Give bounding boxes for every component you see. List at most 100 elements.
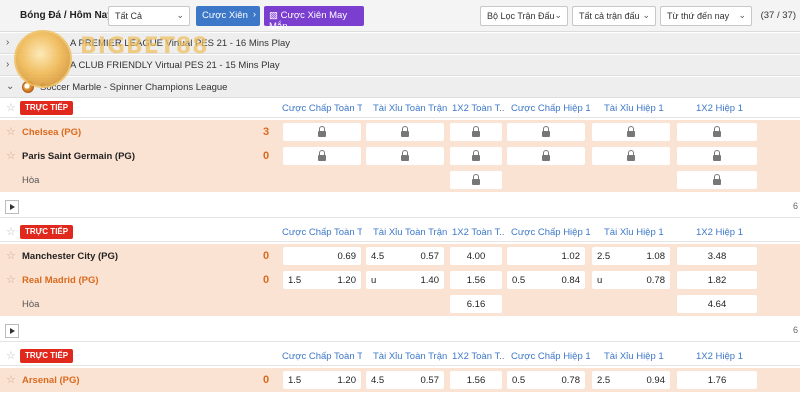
match-filter-select[interactable]: Bộ Lọc Trận Đấu ⌄ — [480, 6, 568, 26]
lock-icon — [542, 150, 550, 161]
odds-cell[interactable]: u 0.78 — [592, 271, 670, 289]
lock-icon — [472, 126, 480, 137]
odds-cell[interactable]: 0.69 — [283, 247, 361, 265]
match-row: ☆ Real Madrid (PG) 0 1.5 1.20 u 1.40 1.56 … — [0, 268, 800, 292]
odds-value: 4.00 — [466, 251, 486, 262]
chevron-right-icon: › — [6, 37, 10, 48]
odds-line: u — [371, 275, 377, 286]
match-header: ☆ TRỰC TIẾP Cược Chấp Toàn T... Tài Xỉu … — [0, 222, 800, 242]
odds-cell[interactable]: 1.56 — [450, 271, 502, 289]
odds-cell[interactable]: 1.56 — [450, 371, 502, 389]
odds-cell[interactable]: 0.5 0.78 — [507, 371, 585, 389]
col-header: Tài Xỉu Hiệp 1 — [604, 227, 664, 238]
star-icon[interactable]: ☆ — [6, 373, 16, 386]
lock-icon — [542, 126, 550, 137]
odds-cell[interactable]: 1.5 1.20 — [283, 271, 361, 289]
odds-value: 1.40 — [420, 275, 440, 286]
league-name: Soccer Marble - Spinner Champions League — [40, 82, 228, 93]
odds-cell[interactable]: 4.00 — [450, 247, 502, 265]
col-header: Cược Chấp Toàn T... — [282, 227, 362, 238]
star-icon[interactable]: ☆ — [6, 101, 16, 114]
sort-select[interactable]: Từ thứ đến nay ⌄ — [660, 6, 752, 26]
match-header: ☆ TRỰC TIẾP Cược Chấp Toàn T... Tài Xỉu … — [0, 346, 800, 366]
play-icon[interactable] — [5, 324, 19, 338]
odds-cell[interactable]: 2.5 1.08 — [592, 247, 670, 265]
col-header: 1X2 Hiệp 1 — [696, 103, 744, 114]
odds-line: 2.5 — [597, 375, 611, 386]
lock-icon — [318, 150, 326, 161]
odds-cell[interactable]: 1.5 1.20 — [283, 371, 361, 389]
parlay-button[interactable]: Cược Xiên › — [196, 6, 260, 26]
lucky-parlay-button[interactable]: ▧ Cược Xiên May Mắn — [264, 6, 364, 32]
odds-cell[interactable]: 4.64 — [677, 295, 757, 313]
odds-value: 1.56 — [466, 275, 486, 286]
draw-label: Hòa — [22, 175, 40, 186]
odds-cell[interactable]: 1.02 — [507, 247, 585, 265]
odds-cell-locked — [677, 123, 757, 141]
odds-value: 0.69 — [337, 251, 357, 262]
odds-value: 1.08 — [646, 251, 666, 262]
col-header: 1X2 Hiệp 1 — [696, 227, 744, 238]
odds-value: 0.57 — [420, 251, 440, 262]
odds-cell[interactable]: 4.5 0.57 — [366, 247, 444, 265]
league-row[interactable]: ⌄ Soccer Marble - Spinner Champions Leag… — [0, 77, 800, 98]
col-header: Tài Xỉu Toàn Trận — [373, 227, 448, 238]
odds-cell-locked — [677, 147, 757, 165]
odds-cell-locked — [450, 147, 502, 165]
chevron-down-icon: ⌄ — [6, 81, 15, 92]
odds-cell[interactable]: u 1.40 — [366, 271, 444, 289]
live-badge: TRỰC TIẾP — [20, 225, 74, 239]
odds-line: u — [597, 275, 603, 286]
col-header: Cược Chấp Hiệp 1 — [511, 351, 591, 362]
star-icon[interactable]: ☆ — [6, 125, 16, 138]
match-row: ☆ Paris Saint Germain (PG) 0 — [0, 144, 800, 168]
odds-cell-locked — [450, 123, 502, 141]
odds-line: 1.5 — [288, 375, 302, 386]
lock-icon — [627, 126, 635, 137]
star-icon[interactable]: ☆ — [6, 273, 16, 286]
sport-filter-value: Tất Cả — [115, 11, 143, 21]
odds-value: 0.78 — [646, 275, 666, 286]
col-header: Tài Xỉu Toàn Trận — [373, 103, 448, 114]
lucky-parlay-icon: ▧ — [269, 10, 278, 21]
play-icon[interactable] — [5, 200, 19, 214]
odds-value: 0.57 — [420, 375, 440, 386]
lock-icon — [401, 150, 409, 161]
odds-cell[interactable]: 1.76 — [677, 371, 757, 389]
odds-value: 0.78 — [561, 375, 581, 386]
odds-cell[interactable]: 2.5 0.94 — [592, 371, 670, 389]
star-icon[interactable]: ☆ — [6, 225, 16, 238]
star-icon[interactable]: ☆ — [6, 149, 16, 162]
lock-icon — [713, 150, 721, 161]
team-score: 3 — [263, 126, 270, 138]
more-markets-count[interactable]: 6 — [793, 325, 798, 335]
odds-line: 4.5 — [371, 251, 385, 262]
odds-cell-locked — [592, 147, 670, 165]
all-matches-label: Tất cả trận đấu — [579, 11, 640, 21]
odds-cell[interactable]: 0.5 0.84 — [507, 271, 585, 289]
sort-label: Từ thứ đến nay — [667, 11, 730, 21]
sport-filter-select[interactable]: Tất Cả ⌄ — [108, 6, 190, 26]
odds-cell[interactable]: 3.48 — [677, 247, 757, 265]
team-score: 0 — [263, 374, 270, 386]
col-header: Cược Chấp Hiệp 1 — [511, 227, 591, 238]
col-header: 1X2 Toàn T... — [452, 103, 504, 114]
odds-value: 0.94 — [646, 375, 666, 386]
odds-cell[interactable]: 4.5 0.57 — [366, 371, 444, 389]
odds-value: 3.48 — [707, 251, 727, 262]
lock-icon — [318, 126, 326, 137]
all-matches-select[interactable]: Tất cả trận đấu ⌄ — [572, 6, 656, 26]
odds-cell[interactable]: 1.82 — [677, 271, 757, 289]
live-badge: TRỰC TIẾP — [20, 101, 74, 115]
odds-line: 0.5 — [512, 375, 526, 386]
match-row: ☆ Arsenal (PG) 0 1.5 1.20 4.5 0.57 1.56 0.… — [0, 368, 800, 392]
chevron-right-icon: › — [6, 59, 10, 70]
star-icon[interactable]: ☆ — [6, 349, 16, 362]
odds-value: 1.56 — [466, 375, 486, 386]
lock-icon — [401, 126, 409, 137]
odds-cell[interactable]: 6.16 — [450, 295, 502, 313]
lucky-parlay-label: Cược Xiên May Mắn — [269, 10, 348, 32]
more-markets-count[interactable]: 6 — [793, 201, 798, 211]
odds-line: 0.5 — [512, 275, 526, 286]
star-icon[interactable]: ☆ — [6, 249, 16, 262]
